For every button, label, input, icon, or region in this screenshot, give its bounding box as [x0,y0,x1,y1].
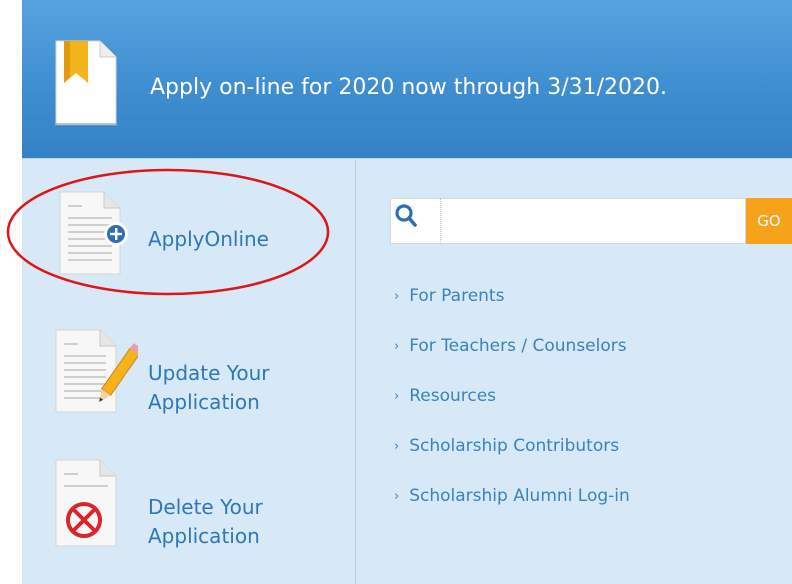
column-divider [355,160,356,584]
apply-banner: Apply on-line for 2020 now through 3/31/… [22,0,792,159]
go-button[interactable]: GO [746,198,792,244]
search-input[interactable] [444,200,718,244]
delete-application-label-line2: Application [148,524,260,548]
link-label: Resources [409,386,497,406]
link-for-parents[interactable]: › For Parents [394,286,504,306]
chevron-right-icon: › [394,389,400,404]
link-scholarship-alumni-login[interactable]: › Scholarship Alumni Log-in [394,486,630,506]
update-application-label-line2: Application [148,390,260,414]
search-separator [440,198,441,244]
link-label: For Parents [409,286,505,306]
bookmark-document-icon [55,40,117,127]
link-resources[interactable]: › Resources [394,386,496,406]
update-application-label-line1: Update Your [148,361,270,385]
link-scholarship-contributors[interactable]: › Scholarship Contributors [394,436,619,456]
search-icon[interactable] [394,203,418,229]
banner-text: Apply on-line for 2020 now through 3/31/… [150,75,667,100]
chevron-right-icon: › [394,439,400,454]
delete-application-label-line1: Delete Your [148,495,263,519]
link-label: Scholarship Contributors [409,436,620,456]
apply-panel: Apply on-line for 2020 now through 3/31/… [22,0,792,584]
document-pencil-icon [55,329,138,413]
link-label: For Teachers / Counselors [409,336,627,356]
document-plus-icon [59,191,128,275]
apply-online-label: ApplyOnline [148,227,269,251]
link-label: Scholarship Alumni Log-in [409,486,630,506]
chevron-right-icon: › [394,489,400,504]
link-for-teachers-counselors[interactable]: › For Teachers / Counselors [394,336,627,356]
chevron-right-icon: › [394,339,400,354]
document-delete-icon [55,459,117,547]
chevron-right-icon: › [394,289,400,304]
